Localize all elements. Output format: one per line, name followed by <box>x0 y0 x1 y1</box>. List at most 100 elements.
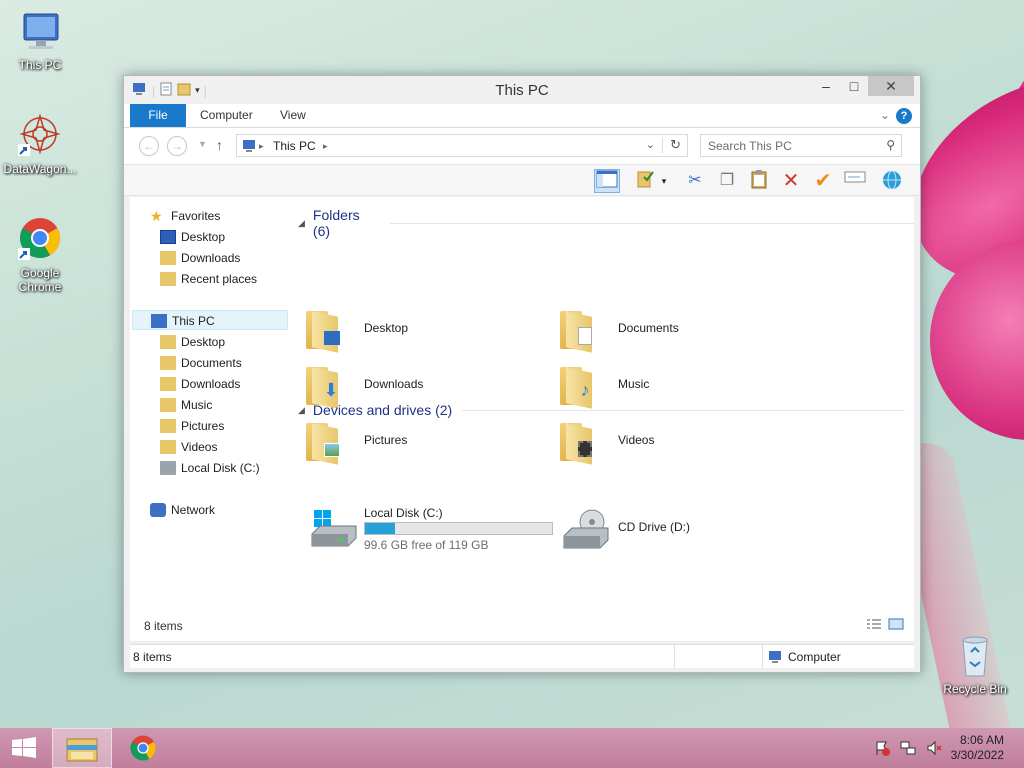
search-box[interactable]: ⚲ <box>700 134 902 157</box>
start-button[interactable] <box>0 728 48 768</box>
close-button[interactable]: ✕ <box>868 76 914 96</box>
folder-tile-documents[interactable]: Documents <box>558 303 798 355</box>
nav-pc-desktop[interactable]: Desktop <box>160 332 225 352</box>
nav-pc-music[interactable]: Music <box>160 395 212 415</box>
nav-this-pc[interactable]: This PC <box>132 310 288 330</box>
nav-favorite-desktop[interactable]: Desktop <box>160 227 225 247</box>
nav-pc-pictures[interactable]: Pictures <box>160 416 224 436</box>
desktop-icon-datawagon[interactable]: DataWagon... <box>0 112 80 176</box>
nav-pc-downloads[interactable]: Downloads <box>160 374 240 394</box>
folder-icon <box>160 439 176 454</box>
network-icon[interactable] <box>900 740 916 759</box>
tab-computer[interactable]: Computer <box>186 104 267 127</box>
desktop-icon-google-chrome[interactable]: Google Chrome <box>0 216 80 294</box>
globe-icon[interactable] <box>879 169 905 193</box>
divider <box>674 645 675 669</box>
computer-icon <box>242 139 258 156</box>
documents-folder-icon <box>560 311 598 353</box>
computer-icon <box>769 651 781 663</box>
folder-tile-pictures[interactable]: Pictures <box>304 415 544 467</box>
flower-petal <box>930 240 1024 440</box>
chrome-icon <box>16 216 64 264</box>
breadcrumb-arrow-icon[interactable]: ▸ <box>323 141 328 152</box>
cut-icon[interactable]: ✂ <box>682 169 708 193</box>
maximize-button[interactable]: □ <box>840 76 868 96</box>
clock-time: 8:06 AM <box>959 733 1004 747</box>
folder-icon <box>160 376 176 391</box>
tab-file[interactable]: File <box>130 104 186 127</box>
item-count: 8 items <box>144 619 183 633</box>
clock-date: 3/30/2022 <box>950 748 1004 762</box>
search-input[interactable] <box>701 135 871 156</box>
desktop-folder-icon <box>306 311 344 353</box>
nav-pc-documents[interactable]: Documents <box>160 353 242 373</box>
nav-favorites[interactable]: ★ Favorites <box>150 206 220 226</box>
desktop-icon-this-pc[interactable]: This PC <box>0 8 80 72</box>
rename-icon[interactable] <box>842 169 868 193</box>
up-button[interactable]: ↑ <box>216 137 223 153</box>
divider <box>762 645 763 669</box>
cd-drive-icon <box>563 509 609 549</box>
action-center-flag-icon[interactable] <box>874 740 890 759</box>
address-dropdown-icon[interactable]: ⌄ <box>646 138 655 151</box>
forward-button[interactable]: → <box>167 136 187 156</box>
custom-toolbar: ▾ ✂ ❐ ✕ ✔ <box>124 164 920 196</box>
group-folders-header[interactable]: ◢ Folders (6) <box>298 207 914 239</box>
search-icon[interactable]: ⚲ <box>886 138 895 152</box>
this-pc-icon <box>151 313 167 328</box>
address-bar[interactable]: ▸ This PC ▸ ⌄ ↻ <box>236 134 688 157</box>
this-pc-icon <box>16 8 64 56</box>
group-devices-header[interactable]: ◢ Devices and drives (2) <box>298 402 906 418</box>
paste-icon[interactable] <box>746 169 772 193</box>
navigation-bar: ← → ▼ ↑ ▸ This PC ▸ ⌄ ↻ ⚲ <box>124 128 920 164</box>
disk-usage-bar <box>364 522 553 535</box>
recycle-bin-icon <box>951 632 999 680</box>
volume-muted-icon[interactable] <box>926 740 942 759</box>
taskbar-chrome[interactable] <box>114 728 174 768</box>
nav-favorite-recent-places[interactable]: Recent places <box>160 269 257 289</box>
details-view-icon[interactable] <box>866 618 882 633</box>
explorer-window: | ▾ | This PC – □ ✕ File Computer View ⌄… <box>123 75 921 673</box>
nav-pc-local-disk[interactable]: Local Disk (C:) <box>160 458 260 478</box>
title-bar[interactable]: | ▾ | This PC – □ ✕ <box>124 76 920 104</box>
disk-usage-fill <box>365 523 396 534</box>
window-controls: – □ ✕ <box>812 76 914 96</box>
recent-places-icon <box>160 271 176 286</box>
pictures-folder-icon <box>306 423 344 465</box>
ribbon-tabs: File Computer View ⌄ ? <box>124 104 920 128</box>
refresh-icon[interactable]: ↻ <box>662 137 681 153</box>
drive-tile-local-disk[interactable]: Local Disk (C:) 99.6 GB free of 119 GB <box>304 504 554 554</box>
check-icon[interactable]: ✔ <box>810 169 836 193</box>
chrome-icon <box>130 735 156 761</box>
nav-network[interactable]: Network <box>150 500 215 520</box>
star-icon: ★ <box>150 207 163 224</box>
drive-tile-cd-drive[interactable]: CD Drive (D:) <box>558 504 808 554</box>
back-button[interactable]: ← <box>139 136 159 156</box>
delete-icon[interactable]: ✕ <box>778 169 804 193</box>
network-icon <box>150 502 166 517</box>
folder-tile-videos[interactable]: Videos <box>558 415 798 467</box>
taskbar-file-explorer[interactable] <box>52 728 112 768</box>
nav-favorite-downloads[interactable]: Downloads <box>160 248 240 268</box>
expand-ribbon-icon[interactable]: ⌄ <box>880 108 890 122</box>
desktop-icon-recycle-bin[interactable]: Recycle Bin <box>935 632 1015 696</box>
tab-view[interactable]: View <box>266 104 320 127</box>
dropdown-icon[interactable]: ▾ <box>657 169 671 193</box>
large-icons-view-icon[interactable] <box>888 618 904 633</box>
minimize-button[interactable]: – <box>812 76 840 96</box>
preview-pane-button[interactable] <box>594 169 620 193</box>
divider <box>390 222 914 224</box>
breadcrumb-this-pc[interactable]: This PC <box>273 139 316 153</box>
breadcrumb-arrow-icon[interactable]: ▸ <box>259 141 264 152</box>
window-title: This PC <box>495 82 549 99</box>
collapse-icon: ◢ <box>298 217 305 228</box>
help-icon[interactable]: ? <box>896 108 912 124</box>
folder-tile-desktop[interactable]: Desktop <box>304 303 544 355</box>
recent-locations-icon[interactable]: ▼ <box>198 139 207 149</box>
windows-logo-icon <box>12 737 36 758</box>
nav-pc-videos[interactable]: Videos <box>160 437 217 457</box>
clock[interactable]: 8:06 AM 3/30/2022 <box>951 733 1004 763</box>
downloads-folder-icon <box>160 250 176 265</box>
folder-icon <box>160 397 176 412</box>
copy-icon[interactable]: ❐ <box>714 169 740 193</box>
